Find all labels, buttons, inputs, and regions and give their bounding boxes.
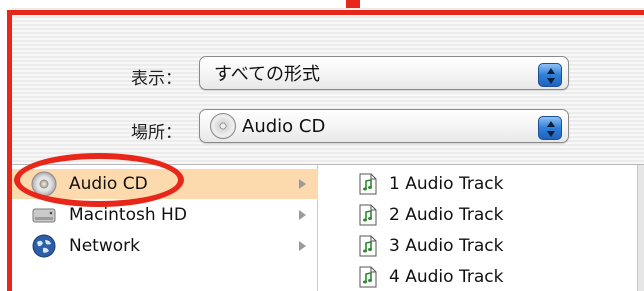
location-value: Audio CD (242, 115, 326, 137)
location-label: 場所： (131, 123, 182, 143)
track-label: 2 Audio Track (389, 205, 504, 225)
stepper-arrows-icon (538, 63, 562, 87)
audio-file-icon (359, 266, 377, 288)
hard-drive-icon (31, 202, 57, 228)
show-label: 表示： (131, 69, 182, 89)
tracks-column: 1 Audio Track 2 Audio Track 3 Audio Trac… (319, 165, 637, 291)
list-item-track-4[interactable]: 4 Audio Track (359, 262, 503, 291)
stepper-arrows-icon (538, 116, 562, 140)
cd-icon (31, 171, 57, 197)
list-item-track-2[interactable]: 2 Audio Track (359, 200, 503, 230)
disclosure-triangle-icon (299, 179, 306, 189)
location-popup[interactable]: Audio CD (199, 109, 569, 143)
file-browser: Audio CD Macintosh HD Network 1 Audio Tr… (11, 164, 644, 291)
sidebar-item-macintosh-hd[interactable]: Macintosh HD (11, 200, 318, 230)
list-item-track-3[interactable]: 3 Audio Track (359, 231, 503, 261)
disclosure-triangle-icon (299, 241, 306, 251)
sidebar-item-label: Macintosh HD (69, 205, 187, 225)
track-label: 4 Audio Track (389, 267, 504, 287)
sidebar-item-audio-cd[interactable]: Audio CD (11, 169, 318, 199)
sidebar-item-label: Network (69, 236, 140, 256)
sidebar-item-label: Audio CD (69, 174, 148, 194)
disclosure-triangle-icon (299, 210, 306, 220)
show-format-value: すべての形式 (214, 64, 321, 85)
vertical-scrollbar[interactable] (637, 165, 644, 291)
track-label: 3 Audio Track (389, 236, 504, 256)
list-item-track-1[interactable]: 1 Audio Track (359, 169, 503, 199)
audio-file-icon (359, 204, 377, 226)
open-dialog-panel: 表示： すべての形式 場所： Audio CD Audio CD Macinto… (11, 8, 644, 291)
track-label: 1 Audio Track (389, 174, 504, 194)
sources-column: Audio CD Macintosh HD Network (11, 165, 318, 291)
show-format-popup[interactable]: すべての形式 (199, 56, 569, 90)
cd-icon (210, 113, 236, 139)
sidebar-item-network[interactable]: Network (11, 231, 318, 261)
audio-file-icon (359, 173, 377, 195)
network-globe-icon (31, 233, 57, 259)
audio-file-icon (359, 235, 377, 257)
